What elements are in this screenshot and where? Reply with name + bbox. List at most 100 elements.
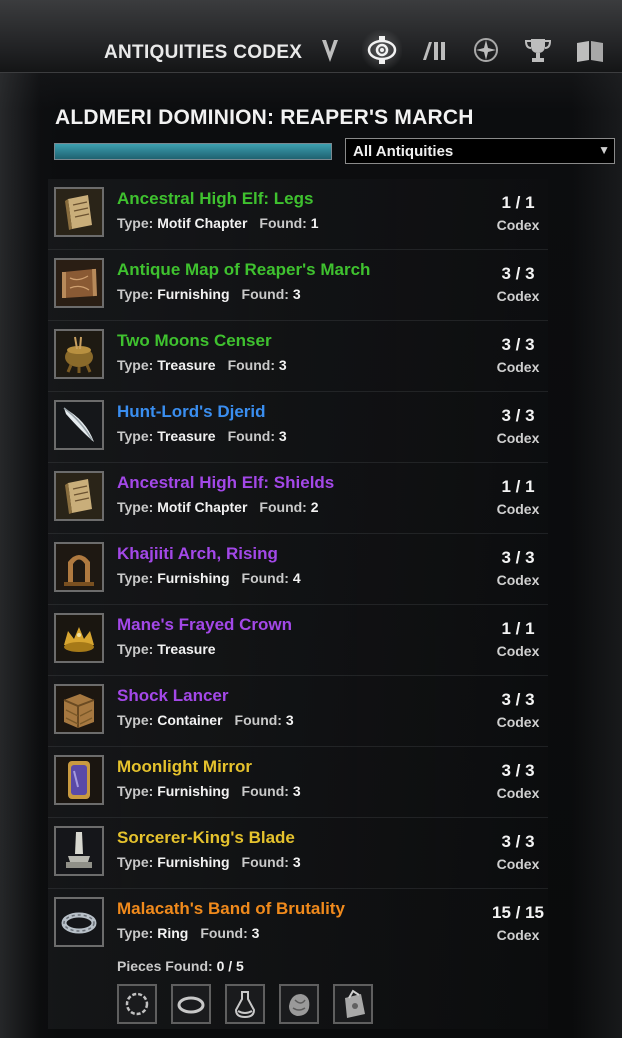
antiquity-found: 3 <box>292 854 301 870</box>
antiquity-name: Ancestral High Elf: Legs <box>117 189 314 208</box>
antiquity-meta: Type: Motif Chapter Found: 2 <box>117 499 319 515</box>
compass-icon <box>474 38 498 62</box>
antiquity-found: 2 <box>310 499 319 515</box>
antiquity-name: Shock Lancer <box>117 686 229 705</box>
antiquity-name: Sorcerer-King's Blade <box>117 828 295 847</box>
circlet-piece-icon[interactable] <box>117 984 157 1024</box>
codex-title: ANTIQUITIES CODEX <box>104 42 303 63</box>
antiquity-row[interactable]: Antique Map of Reaper's March Type: Furni… <box>48 250 548 321</box>
antiquity-meta: Type: Ring Found: 3 <box>117 925 259 941</box>
antiquity-meta: Type: Furnishing Found: 4 <box>117 570 301 586</box>
codex-count: 15 / 15 <box>492 903 544 922</box>
filter-dropdown[interactable]: All Antiquities ▼ <box>345 138 615 164</box>
codex-count: 3 / 3 <box>501 832 535 851</box>
codex-label: Codex <box>496 359 540 375</box>
antiquity-row[interactable]: Malacath's Band of Brutality Type: Ring Fo… <box>48 889 548 1029</box>
antiquity-found: 4 <box>292 570 301 586</box>
found-label: Found: <box>241 570 289 586</box>
type-label: Type: <box>117 357 154 373</box>
arch-icon <box>54 542 104 592</box>
tab-compass[interactable] <box>466 30 506 70</box>
codex-count: 3 / 3 <box>501 406 535 425</box>
zone-title: ALDMERI DOMINION: REAPER'S MARCH <box>55 106 474 129</box>
antiquity-name: Hunt-Lord's Djerid <box>117 402 266 421</box>
crate-icon <box>54 684 104 734</box>
antiquity-meta: Type: Furnishing Found: 3 <box>117 854 301 870</box>
antiquity-found: 3 <box>292 286 301 302</box>
band-piece-icon[interactable] <box>171 984 211 1024</box>
type-label: Type: <box>117 783 154 799</box>
crown-icon <box>54 613 104 663</box>
type-label: Type: <box>117 854 154 870</box>
vial-piece-icon[interactable] <box>225 984 265 1024</box>
antiquity-row[interactable]: Ancestral High Elf: Legs Type: Motif Chap… <box>48 179 548 250</box>
found-label: Found: <box>241 854 289 870</box>
antiquity-row[interactable]: Two Moons Censer Type: Treasure Found: 3 3 … <box>48 321 548 392</box>
antiquity-name: Mane's Frayed Crown <box>117 615 293 634</box>
pieces-found: Pieces Found: 0 / 5 <box>117 958 244 974</box>
bars-icon <box>423 42 445 60</box>
chevron-down-icon: ▼ <box>598 143 610 157</box>
codex-label: Codex <box>496 288 540 304</box>
antiquity-found: 1 <box>310 215 319 231</box>
antiquity-type: Furnishing <box>157 286 230 302</box>
tab-book[interactable] <box>570 30 610 70</box>
mythic-pieces <box>117 984 373 1024</box>
scroll-icon <box>54 471 104 521</box>
found-label: Found: <box>259 499 307 515</box>
antiquity-type: Treasure <box>157 428 216 444</box>
antiquity-name: Malacath's Band of Brutality <box>117 899 345 918</box>
type-label: Type: <box>117 286 154 302</box>
antiquity-name: Two Moons Censer <box>117 331 272 350</box>
antiquity-row[interactable]: Hunt-Lord's Djerid Type: Treasure Found: 3… <box>48 392 548 463</box>
antiquity-type: Furnishing <box>157 570 230 586</box>
codex-count: 3 / 3 <box>501 335 535 354</box>
antiquity-row[interactable]: Ancestral High Elf: Shields Type: Motif C… <box>48 463 548 534</box>
codex-count: 3 / 3 <box>501 761 535 780</box>
antiquity-found: 3 <box>292 783 301 799</box>
found-label: Found: <box>241 783 289 799</box>
tab-bars[interactable] <box>414 30 454 70</box>
antiquity-row[interactable]: Mane's Frayed Crown Type: Treasure 1 / 1 Co… <box>48 605 548 676</box>
tab-trophy[interactable] <box>518 30 558 70</box>
codex-label: Codex <box>496 643 540 659</box>
antiquity-type: Motif Chapter <box>157 215 248 231</box>
found-label: Found: <box>200 925 248 941</box>
antiquity-type: Furnishing <box>157 783 230 799</box>
statue-icon <box>54 826 104 876</box>
map-icon <box>54 258 104 308</box>
antiquity-type: Treasure <box>157 641 216 657</box>
codex-label: Codex <box>496 927 540 943</box>
trophy-icon <box>524 39 552 62</box>
antiquity-type: Ring <box>157 925 189 941</box>
codex-label: Codex <box>496 572 540 588</box>
antiquity-type: Treasure <box>157 357 216 373</box>
antiquity-row[interactable]: Sorcerer-King's Blade Type: Furnishing Fou… <box>48 818 548 889</box>
ring-icon <box>54 897 104 947</box>
antiquity-type: Motif Chapter <box>157 499 248 515</box>
found-label: Found: <box>259 215 307 231</box>
codex-label: Codex <box>496 501 540 517</box>
codex-count: 3 / 3 <box>501 264 535 283</box>
codex-label: Codex <box>496 217 540 233</box>
top-bar: ANTIQUITIES CODEX <box>0 0 622 73</box>
antiquity-type: Furnishing <box>157 854 230 870</box>
tab-scrying[interactable] <box>362 30 402 70</box>
antiquity-row[interactable]: Khajiiti Arch, Rising Type: Furnishing Fou… <box>48 534 548 605</box>
antiquity-meta: Type: Treasure <box>117 641 216 657</box>
antiquity-meta: Type: Furnishing Found: 3 <box>117 783 301 799</box>
type-label: Type: <box>117 499 154 515</box>
censer-icon <box>54 329 104 379</box>
codex-label: Codex <box>496 785 540 801</box>
antiquity-name: Moonlight Mirror <box>117 757 253 776</box>
stone-piece-icon[interactable] <box>279 984 319 1024</box>
antiquity-name: Antique Map of Reaper's March <box>117 260 371 279</box>
antiquity-row[interactable]: Shock Lancer Type: Container Found: 3 3 / 3… <box>48 676 548 747</box>
pouch-piece-icon[interactable] <box>333 984 373 1024</box>
antiquity-meta: Type: Furnishing Found: 3 <box>117 286 301 302</box>
book-icon <box>577 41 603 62</box>
codex-count: 1 / 1 <box>501 619 535 638</box>
tab-v-emblem[interactable] <box>310 30 350 70</box>
found-label: Found: <box>227 428 275 444</box>
antiquity-row[interactable]: Moonlight Mirror Type: Furnishing Found: 3… <box>48 747 548 818</box>
